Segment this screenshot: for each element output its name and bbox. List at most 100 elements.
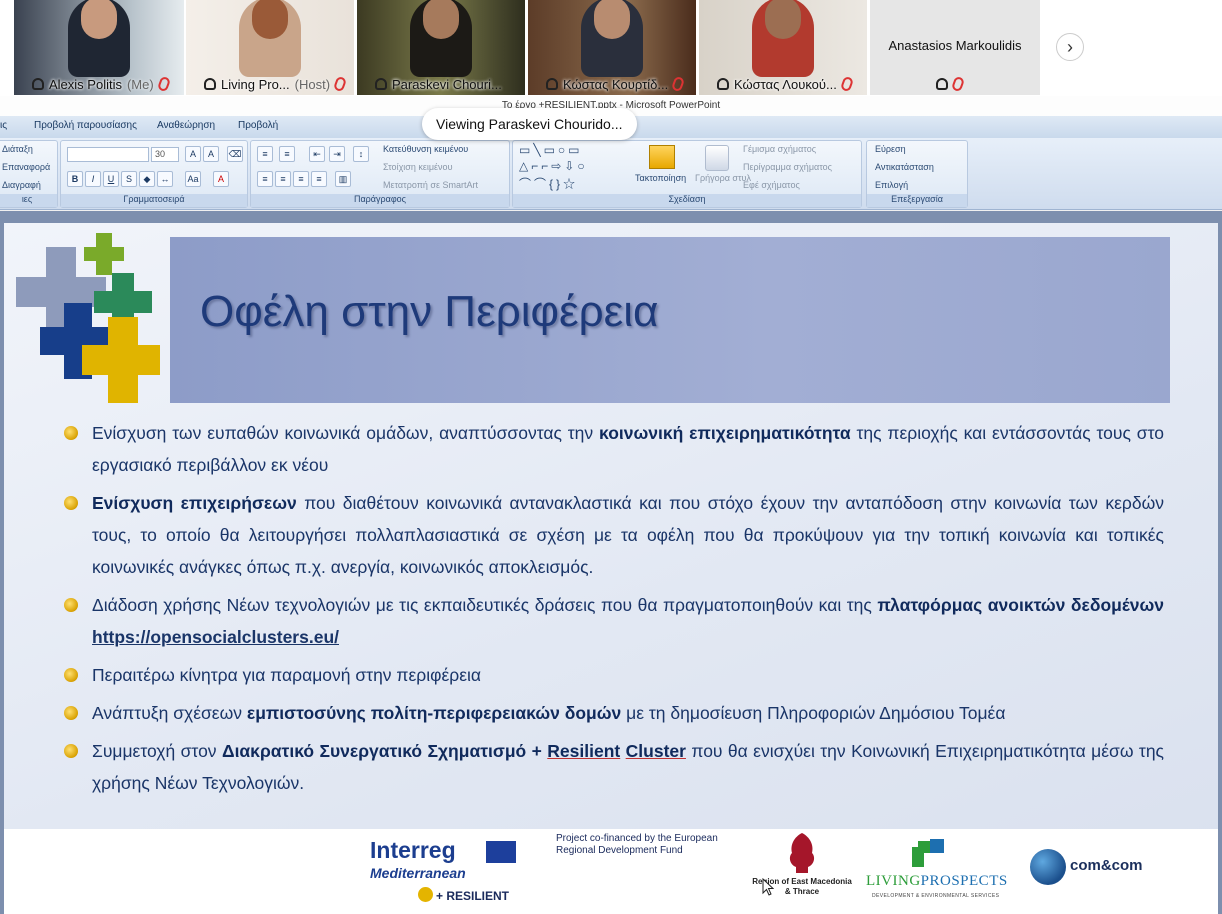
arrange-icon[interactable]: [649, 145, 675, 169]
select-button[interactable]: Επιλογή: [875, 180, 908, 190]
cofinance-text: Project co-financed by the European Regi…: [556, 833, 718, 856]
clear-format-icon[interactable]: ⌫: [227, 146, 243, 162]
underline-icon[interactable]: U: [103, 171, 119, 187]
layout-button[interactable]: Διάταξη: [2, 144, 33, 154]
bullet-bold-text: Cluster: [625, 741, 686, 761]
group-label: Σχεδίαση: [513, 194, 861, 207]
bullet-dot-icon: [64, 426, 78, 440]
shapes-gallery-row3[interactable]: ⌒⌒{}☆: [519, 175, 578, 192]
participant-namebar: Alexis Politis (Me): [14, 73, 184, 95]
bullet-item: Διάδοση χρήσης Νέων τεχνολογιών με τις ε…: [64, 589, 1164, 653]
text-direction-button[interactable]: Κατεύθυνση κειμένου: [383, 144, 468, 154]
participant-name: Κώστας Λουκού...: [734, 76, 837, 92]
align-right-icon[interactable]: ≡: [293, 171, 309, 187]
delete-button[interactable]: Διαγραφή: [2, 180, 41, 190]
shape-fill-button[interactable]: Γέμισμα σχήματος: [743, 144, 816, 154]
mic-muted-icon: [839, 75, 854, 93]
font-color-icon[interactable]: A: [213, 171, 229, 187]
participant-name: Alexis Politis: [49, 76, 122, 92]
justify-icon[interactable]: ≡: [311, 171, 327, 187]
bullet-dot-icon: [64, 668, 78, 682]
convert-smartart-button[interactable]: Μετατροπή σε SmartArt: [383, 180, 478, 190]
change-case-icon[interactable]: Aa: [185, 171, 201, 187]
increase-indent-icon[interactable]: ⇥: [329, 146, 345, 162]
opensocialclusters-link[interactable]: https://opensocialclusters.eu/: [92, 627, 339, 647]
resilient-text: + RESILIENT: [436, 889, 510, 903]
grow-font-icon[interactable]: A: [185, 146, 201, 162]
comcom-logo: com&com: [1030, 849, 1150, 889]
livingprospects-mark-icon: [912, 839, 944, 867]
participant-tile-living[interactable]: Living Pro... (Host): [186, 0, 354, 95]
reset-button[interactable]: Επαναφορά: [2, 162, 50, 172]
slide-footer: Interreg Mediterranean + RESILIENT Proje…: [4, 829, 1218, 914]
group-label: Γραμματοσειρά: [61, 194, 247, 207]
powerpoint-window: Το έργο +RESILIENT.pptx - Microsoft Powe…: [0, 96, 1222, 914]
participant-tile-anastasios[interactable]: Anastasios Markoulidis: [870, 0, 1040, 95]
headphone-icon: [204, 78, 216, 90]
bullet-bold-text: εμπιστοσύνης πολίτη-περιφερειακών δομών: [246, 703, 622, 723]
columns-icon[interactable]: ▥: [335, 171, 351, 187]
shapes-gallery-row2[interactable]: △⌐⌐⇨⇩○: [519, 159, 588, 173]
headphone-icon: [717, 78, 729, 90]
shrink-font-icon[interactable]: A: [203, 146, 219, 162]
livingprospects-subtitle: DEVELOPMENT & ENVIRONMENTAL SERVICES: [872, 893, 1000, 899]
font-name-combo[interactable]: [67, 147, 149, 162]
bullet-bold-text: Ενίσχυση επιχειρήσεων: [92, 493, 297, 513]
align-left-icon[interactable]: ≡: [257, 171, 273, 187]
bullet-text: Περαιτέρω κίνητρα για παραμονή στην περι…: [92, 665, 482, 685]
bullet-text: με τη δημοσίευση Πληροφοριών Δημόσιου Το…: [621, 703, 1006, 723]
italic-icon[interactable]: I: [85, 171, 101, 187]
bullet-item: Ενίσχυση των ευπαθών κοινωνικά ομάδων, α…: [64, 417, 1164, 481]
next-participants-button[interactable]: ›: [1056, 33, 1084, 61]
numbering-icon[interactable]: ≡: [279, 146, 295, 162]
find-button[interactable]: Εύρεση: [875, 144, 906, 154]
shapes-gallery[interactable]: ▭╲▭○▭: [519, 143, 583, 157]
participant-namebar: Paraskevi Chouri...: [357, 73, 525, 95]
slides-group: Διάταξη Επαναφορά Διαγραφή ιες: [0, 140, 58, 208]
globe-icon: [1030, 849, 1066, 885]
bullet-item: Ενίσχυση επιχειρήσεων που διαθέτουν κοιν…: [64, 487, 1164, 583]
tab-view[interactable]: Προβολή: [238, 120, 278, 131]
font-size-combo[interactable]: 30: [151, 147, 179, 162]
shape-effects-button[interactable]: Εφέ σχήματος: [743, 180, 800, 190]
mic-muted-icon: [332, 75, 348, 93]
bold-icon[interactable]: B: [67, 171, 83, 187]
arrange-button[interactable]: Τακτοποίηση: [635, 173, 686, 183]
headphone-icon: [375, 78, 387, 90]
participant-tile-alexis[interactable]: Alexis Politis (Me): [14, 0, 184, 95]
region-crest-icon: [789, 833, 815, 873]
participant-tile-kostas-kourtid[interactable]: Κώστας Κουρτίδ...: [528, 0, 696, 95]
headphone-icon: [936, 78, 948, 90]
quick-styles-icon[interactable]: [705, 145, 729, 171]
participant-head: [423, 0, 459, 39]
interreg-text: Interreg: [370, 837, 456, 863]
align-center-icon[interactable]: ≡: [275, 171, 291, 187]
participant-tile-kostas-loukou[interactable]: Κώστας Λουκού...: [699, 0, 867, 95]
decrease-indent-icon[interactable]: ⇤: [309, 146, 325, 162]
resilient-dot-icon: [418, 887, 433, 902]
line-spacing-icon[interactable]: ↕: [353, 146, 369, 162]
align-text-button[interactable]: Στοίχιση κειμένου: [383, 162, 453, 172]
spacing-icon[interactable]: ↔: [157, 171, 173, 187]
participant-role: (Host): [294, 76, 331, 92]
bullets-icon[interactable]: ≡: [257, 146, 273, 162]
mouse-cursor-icon: [762, 878, 774, 896]
bullet-item: Περαιτέρω κίνητρα για παραμονή στην περι…: [64, 659, 1164, 691]
mic-muted-icon: [156, 75, 171, 93]
tab-slideshow[interactable]: Προβολή παρουσίασης: [34, 120, 137, 131]
participant-namebar: Living Pro... (Host): [186, 73, 354, 95]
bullet-text: Ανάπτυξη σχέσεων: [92, 703, 247, 723]
headphone-icon: [546, 78, 558, 90]
strikethrough-icon[interactable]: S: [121, 171, 137, 187]
tab-partial[interactable]: ις: [0, 120, 7, 131]
participant-tile-paraskevi[interactable]: Paraskevi Chouri...: [357, 0, 525, 95]
bullet-bold-text: Διακρατικό Συνεργατικό Σχηματισμό +: [221, 741, 548, 761]
shadow-icon[interactable]: ◆: [139, 171, 155, 187]
shape-outline-button[interactable]: Περίγραμμα σχήματος: [743, 162, 832, 172]
replace-button[interactable]: Αντικατάσταση: [875, 162, 934, 172]
tab-review[interactable]: Αναθεώρηση: [157, 120, 215, 131]
slide-title: Οφέλη στην Περιφέρεια: [200, 287, 659, 336]
participant-namebar: Κώστας Κουρτίδ...: [528, 73, 696, 95]
slide-area: Οφέλη στην Περιφέρεια Ενίσχυση των ευπαθ…: [0, 211, 1222, 914]
bullet-dot-icon: [64, 598, 78, 612]
